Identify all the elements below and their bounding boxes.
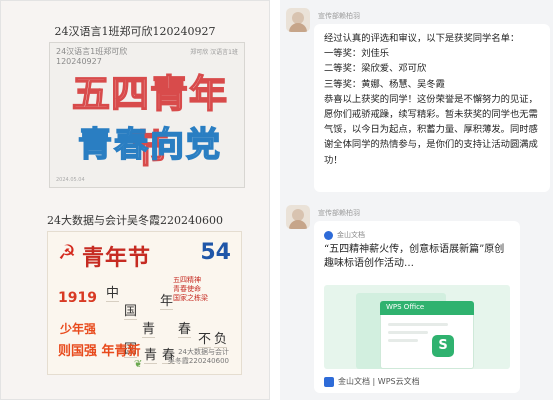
avatar[interactable] bbox=[286, 8, 310, 32]
poster1-corner-date: 2024.05.04 bbox=[56, 177, 85, 183]
grid-char: 中 bbox=[106, 282, 120, 302]
poster2-year: 1919 bbox=[58, 290, 97, 306]
sender-name: 宣传部赖柏羽 bbox=[318, 209, 360, 217]
doc-source: 金山文档 bbox=[324, 230, 365, 240]
kdocs-icon bbox=[324, 230, 333, 240]
doc-footer-label: 金山文档 | WPS云文档 bbox=[338, 377, 420, 386]
poster1-top-tag: 郑可欣 汉语言1班 bbox=[190, 49, 238, 56]
grid-char: 青 bbox=[144, 344, 158, 364]
poster2-title: 青年节 bbox=[82, 246, 152, 271]
doc-source-label: 金山文档 bbox=[337, 231, 365, 239]
poster2-slogan1: 少年强 bbox=[60, 322, 97, 336]
wps-header-bar: WPS Office bbox=[380, 301, 474, 315]
poster2-caption: 24大数据与会计吴冬霞220240600 bbox=[47, 214, 223, 227]
poster1-image[interactable]: 24汉语言1班郑可欣 120240927 郑可欣 汉语言1班 五四青年节 青春向… bbox=[49, 42, 245, 188]
grid-char: 青 bbox=[142, 318, 156, 338]
poster2-slogan2: 则国强 年青新 bbox=[58, 344, 141, 359]
left-image-panel: 24汉语言1班郑可欣120240927 24汉语言1班郑可欣 120240927… bbox=[0, 0, 270, 400]
panel-divider bbox=[270, 0, 280, 400]
grid-char: 春 bbox=[178, 318, 192, 338]
doc-line bbox=[388, 339, 418, 342]
doc-preview: WPS Office S bbox=[324, 285, 510, 369]
hammer-sickle-icon: ☭ bbox=[58, 240, 76, 264]
message-text: 经过认真的评选和审议，以下是获奖同学名单： 一等奖：刘佳乐 二等奖：梁欣爱、邓可… bbox=[324, 33, 538, 166]
poster2-image[interactable]: ☭ 青年节 54 1919 五四精神 青春使命 国家之栋梁 中 国 青 年 春 … bbox=[47, 231, 242, 375]
doc-line bbox=[388, 323, 448, 326]
sender-name: 宣传部赖柏羽 bbox=[318, 12, 360, 20]
doc-footer: 金山文档 | WPS云文档 bbox=[324, 376, 420, 387]
chat-panel: 宣传部赖柏羽 经过认真的评选和审议，以下是获奖同学名单： 一等奖：刘佳乐 二等奖… bbox=[280, 0, 553, 400]
wps-label: WPS Office bbox=[386, 303, 425, 311]
avatar[interactable] bbox=[286, 205, 310, 229]
poster2-red-note: 五四精神 青春使命 国家之栋梁 bbox=[173, 276, 208, 302]
wps-sheet-icon: S bbox=[432, 335, 454, 357]
doc-title: “五四精神薪火传，创意标语展新篇”原创趣味标语创作活动… bbox=[324, 244, 505, 269]
poster1-caption: 24汉语言1班郑可欣120240927 bbox=[54, 25, 216, 38]
avatar-body bbox=[289, 220, 307, 229]
shared-doc-card[interactable]: 金山文档 “五四精神薪火传，创意标语展新篇”原创趣味标语创作活动… WPS Of… bbox=[314, 221, 520, 393]
grid-char: 国 bbox=[124, 300, 138, 320]
poster2-stamp: 24大数据与会计 吴冬霞220240600 bbox=[167, 348, 229, 365]
poster1-line2: 青春向党 bbox=[77, 124, 222, 166]
leaf-icon: ❦ bbox=[134, 359, 143, 370]
kdocs-logo-icon bbox=[324, 376, 334, 387]
poster2-number: 54 bbox=[200, 240, 231, 265]
grid-char: 年 bbox=[160, 290, 174, 310]
text-message-bubble[interactable]: 经过认真的评选和审议，以下是获奖同学名单： 一等奖：刘佳乐 二等奖：梁欣爱、邓可… bbox=[314, 24, 550, 192]
grid-char: 不 bbox=[198, 328, 212, 348]
doc-line bbox=[388, 331, 428, 334]
grid-char: 负 bbox=[214, 328, 228, 348]
avatar-body bbox=[289, 23, 307, 32]
